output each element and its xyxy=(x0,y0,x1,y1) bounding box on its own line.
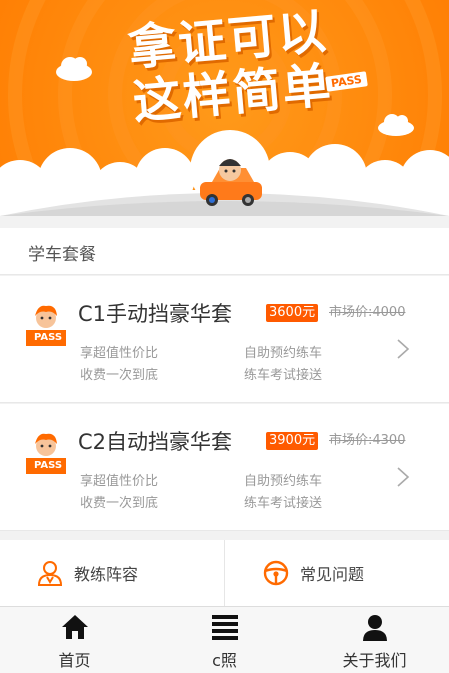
package-name: C1手动挡豪华套 xyxy=(78,302,233,326)
quick-links: 教练阵容 常见问题 xyxy=(0,540,449,607)
faq-link[interactable]: 常见问题 xyxy=(262,540,364,606)
coaches-link[interactable]: 教练阵容 xyxy=(36,540,138,606)
tab-home[interactable]: 首页 xyxy=(0,607,149,673)
coaches-label: 教练阵容 xyxy=(74,565,139,584)
package-market-price: 市场价:4300 xyxy=(329,433,406,448)
hero-banner: 拿证可以 这样简单 PASS xyxy=(0,0,449,216)
pass-avatar-label: PASS xyxy=(34,332,63,343)
tab-home-label: 首页 xyxy=(58,651,91,670)
package-feature: 收费一次到底 xyxy=(80,368,159,383)
home-icon xyxy=(61,615,88,639)
package-name: C2自动挡豪华套 xyxy=(78,430,233,454)
section-title: 学车套餐 xyxy=(28,245,96,265)
package-feature: 自助预约练车 xyxy=(244,474,323,489)
package-feature: 享超值性价比 xyxy=(80,474,159,489)
pass-avatar-icon xyxy=(26,433,66,474)
list-icon xyxy=(211,615,238,640)
package-feature: 收费一次到底 xyxy=(80,496,159,511)
tab-license-label: c照 xyxy=(212,651,237,670)
package-market-price: 市场价:4000 xyxy=(329,305,406,320)
pass-avatar-label: PASS xyxy=(34,460,63,471)
bottom-tab-bar: 首页 c照 关于我们 xyxy=(0,606,449,673)
package-feature: 练车考试接送 xyxy=(244,368,323,383)
package-card-c1[interactable]: PASS C1手动挡豪华套 3600元 市场价:4000 享超值性价比 自助预约… xyxy=(0,276,449,403)
coach-icon xyxy=(37,561,63,586)
faq-label: 常见问题 xyxy=(300,565,365,584)
chevron-right-icon[interactable] xyxy=(396,338,410,360)
pass-avatar-icon xyxy=(26,305,66,346)
package-price: 3900元 xyxy=(266,432,319,450)
package-feature: 自助预约练车 xyxy=(244,346,323,361)
tab-about[interactable]: 关于我们 xyxy=(300,607,449,673)
package-feature: 练车考试接送 xyxy=(244,496,323,511)
package-feature: 享超值性价比 xyxy=(80,346,159,361)
package-card-c2[interactable]: PASS C2自动挡豪华套 3900元 市场价:4300 享超值性价比 自助预约… xyxy=(0,404,449,531)
section-header: 学车套餐 xyxy=(0,228,449,275)
user-icon xyxy=(362,615,387,641)
tab-about-label: 关于我们 xyxy=(342,651,407,670)
package-price: 3600元 xyxy=(266,304,319,322)
banner-slogan: 拿证可以 这样简单 xyxy=(126,0,394,131)
chevron-right-icon[interactable] xyxy=(396,466,410,488)
divider xyxy=(224,540,225,606)
tab-license[interactable]: c照 xyxy=(150,607,299,673)
steering-wheel-icon xyxy=(263,560,289,586)
